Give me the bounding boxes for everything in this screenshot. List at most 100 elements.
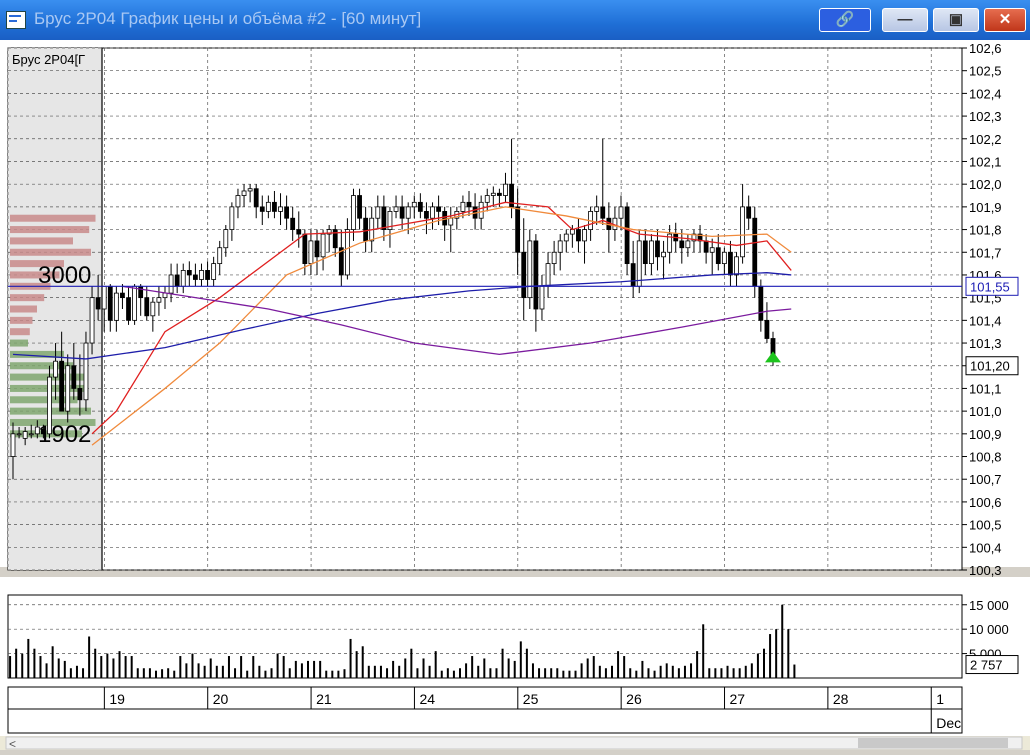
- y-tick-label: 101,4: [969, 313, 1002, 328]
- candle-body: [563, 233, 569, 242]
- candle-body: [144, 297, 150, 317]
- scrollbar[interactable]: <: [5, 736, 1023, 751]
- candle-body: [411, 201, 417, 208]
- candle-body: [649, 240, 654, 265]
- candle-body: [703, 240, 709, 253]
- y-tick-label: 101,8: [969, 223, 1002, 238]
- candle-body: [132, 285, 138, 321]
- candle-body: [478, 201, 484, 219]
- candle-body: [71, 365, 77, 389]
- candle-body: [484, 195, 490, 203]
- date-axis: 19 20 21 24 25 26 27 28 1 Dec: [7, 686, 963, 734]
- price-panel[interactable]: 100,3 100,4 100,5 100,6 100,7 100,8 100,9 101,0…: [7, 41, 1019, 578]
- y-tick-label: 100,4: [969, 540, 1002, 555]
- volume-profile-bar: [10, 294, 45, 302]
- date-label: 26: [626, 691, 642, 707]
- volume-profile-bar: [10, 305, 37, 313]
- candle-body: [569, 229, 575, 235]
- candle-body: [490, 192, 496, 196]
- candle-body: [582, 229, 587, 242]
- candle-body: [752, 217, 758, 287]
- candle-body: [448, 217, 454, 226]
- candle-body: [28, 433, 34, 436]
- candle-body: [47, 376, 52, 435]
- candle-body: [199, 270, 204, 280]
- candle-body: [138, 285, 144, 299]
- candle-body: [539, 285, 545, 310]
- date-label: 27: [730, 691, 746, 707]
- candle-body: [594, 206, 600, 212]
- close-button[interactable]: ✕: [984, 8, 1026, 32]
- candle-body: [405, 206, 411, 219]
- candle-body: [302, 233, 308, 265]
- candle-body: [192, 274, 198, 280]
- y-tick-label: 100,9: [969, 427, 1002, 442]
- date-label: 25: [523, 691, 539, 707]
- candle-body: [375, 206, 381, 219]
- candle-body: [247, 188, 253, 192]
- candle-body: [728, 251, 733, 276]
- candle-body: [211, 263, 217, 280]
- candle-body: [551, 251, 557, 265]
- date-label: 21: [316, 691, 332, 707]
- price-volume-chart[interactable]: 100,3 100,4 100,5 100,6 100,7 100,8 100,9 101,0…: [0, 40, 1030, 751]
- candle-body: [417, 201, 423, 212]
- maximize-button[interactable]: ▣: [933, 8, 979, 32]
- date-label: 24: [419, 691, 435, 707]
- candle-body: [174, 274, 180, 287]
- y-tick-label: 102,4: [969, 86, 1002, 101]
- candle-body: [113, 292, 119, 321]
- volume-tick-label: 15 000: [969, 598, 1009, 613]
- candle-body: [34, 426, 40, 435]
- y-tick-label: 100,3: [969, 563, 1002, 578]
- date-label: 19: [109, 691, 125, 707]
- y-tick-label: 102,5: [969, 64, 1002, 79]
- panel-title: Брус 2P04[Г: [12, 52, 85, 67]
- volume-profile-bar: [10, 248, 91, 256]
- minimize-button[interactable]: —: [882, 8, 928, 32]
- candle-body: [521, 251, 527, 299]
- candle-body: [344, 229, 350, 276]
- scroll-left-icon[interactable]: <: [9, 737, 16, 751]
- candle-body: [272, 201, 277, 212]
- candle-body: [205, 270, 210, 280]
- candle-body: [636, 240, 642, 287]
- window-title: Брус 2P04 График цены и объёма #2 - [60 …: [34, 9, 422, 28]
- y-tick-label: 100,6: [969, 495, 1002, 510]
- scroll-thumb[interactable]: [858, 738, 1008, 748]
- date-label: 20: [213, 691, 229, 707]
- candle-body: [241, 190, 247, 196]
- candle-body: [107, 285, 113, 321]
- candle-body: [709, 247, 715, 253]
- y-tick-label: 100,7: [969, 472, 1002, 487]
- candle-body: [16, 433, 22, 436]
- candle-body: [296, 229, 302, 235]
- candle-body: [679, 240, 685, 249]
- y-tick-label: 102,6: [969, 41, 1002, 56]
- candle-body: [10, 433, 16, 457]
- candle-body: [527, 240, 533, 299]
- candle-body: [53, 360, 58, 378]
- close-icon: ✕: [998, 11, 1012, 28]
- date-label: 28: [833, 691, 849, 707]
- volume-panel[interactable]: 15 00010 0005 0002 757: [7, 594, 1019, 679]
- y-tick-label: 101,3: [969, 336, 1002, 351]
- candle-body: [533, 240, 539, 310]
- y-tick-label: 100,5: [969, 518, 1002, 533]
- candle-body: [320, 233, 326, 258]
- candle-body: [235, 195, 241, 208]
- date-row: [7, 686, 963, 710]
- candle-body: [89, 297, 95, 344]
- candle-body: [229, 206, 235, 230]
- candle-body: [59, 360, 65, 412]
- candle-body: [156, 297, 162, 303]
- candle-body: [77, 388, 83, 401]
- maximize-icon: ▣: [948, 11, 964, 28]
- candle-body: [363, 217, 369, 242]
- candle-body: [715, 247, 721, 265]
- link-icon: 🔗: [835, 11, 855, 28]
- link-button[interactable]: 🔗: [819, 8, 871, 32]
- date-label: 1: [936, 691, 944, 707]
- candle-body: [758, 285, 764, 321]
- candle-body: [655, 240, 660, 258]
